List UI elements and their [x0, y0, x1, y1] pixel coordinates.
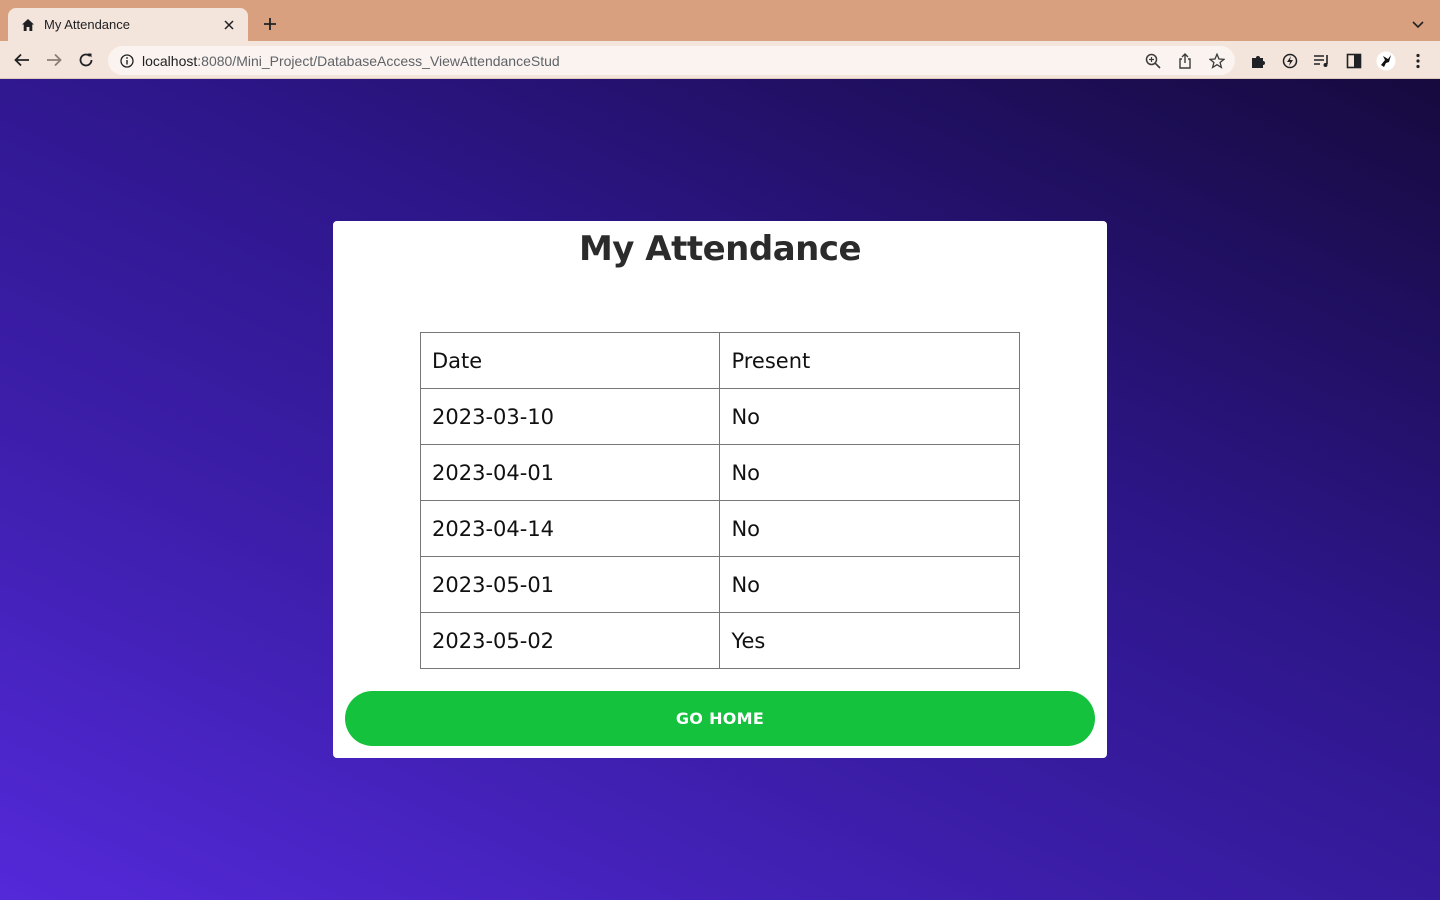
- attendance-card: My Attendance Date Present 2023-03-10 No…: [333, 221, 1107, 758]
- chevron-down-icon[interactable]: [1407, 14, 1429, 36]
- date-cell: 2023-03-10: [419, 388, 721, 445]
- info-icon[interactable]: [120, 53, 134, 68]
- present-cell: No: [719, 556, 1020, 613]
- active-tab[interactable]: My Attendance: [8, 8, 248, 41]
- back-icon[interactable]: [10, 48, 34, 72]
- url-host: localhost: [142, 52, 198, 69]
- address-bar[interactable]: localhost:8080/Mini_Project/DatabaseAcce…: [108, 46, 1235, 75]
- home-icon: [20, 17, 36, 33]
- present-cell: No: [719, 388, 1020, 445]
- page-background: My Attendance Date Present 2023-03-10 No…: [0, 79, 1440, 900]
- header-date: Date: [419, 332, 721, 389]
- table-row: 2023-05-01 No: [419, 556, 1020, 613]
- present-cell: No: [719, 500, 1020, 557]
- date-cell: 2023-05-02: [419, 612, 721, 669]
- date-cell: 2023-04-14: [419, 500, 721, 557]
- table-row: 2023-04-14 No: [419, 500, 1020, 557]
- browser-toolbar: localhost:8080/Mini_Project/DatabaseAcce…: [0, 41, 1440, 79]
- star-icon[interactable]: [1208, 52, 1226, 70]
- extension-icon[interactable]: [1280, 51, 1300, 71]
- present-cell: Yes: [719, 612, 1020, 669]
- media-icon[interactable]: [1312, 51, 1332, 71]
- sidepanel-icon[interactable]: [1344, 51, 1364, 71]
- table-row: 2023-03-10 No: [419, 388, 1020, 445]
- menu-icon[interactable]: [1408, 51, 1428, 71]
- table-row: 2023-04-01 No: [419, 444, 1020, 501]
- extensions-icon[interactable]: [1248, 51, 1268, 71]
- table-row: 2023-05-02 Yes: [419, 612, 1020, 669]
- tab-strip: My Attendance: [0, 0, 1440, 41]
- date-cell: 2023-04-01: [419, 444, 721, 501]
- plus-icon[interactable]: [259, 13, 281, 35]
- date-cell: 2023-05-01: [419, 556, 721, 613]
- present-cell: No: [719, 444, 1020, 501]
- tab-title: My Attendance: [44, 17, 130, 32]
- share-icon[interactable]: [1176, 52, 1194, 70]
- forward-icon[interactable]: [42, 48, 66, 72]
- close-icon[interactable]: [220, 16, 238, 34]
- page-title: My Attendance: [578, 229, 862, 269]
- zoom-icon[interactable]: [1144, 52, 1162, 70]
- header-present: Present: [719, 332, 1020, 389]
- url-path: :8080/Mini_Project/DatabaseAccess_ViewAt…: [197, 52, 560, 69]
- attendance-table: Date Present 2023-03-10 No 2023-04-01 No…: [419, 332, 1020, 669]
- url-text: localhost:8080/Mini_Project/DatabaseAcce…: [142, 53, 560, 69]
- reload-icon[interactable]: [74, 48, 98, 72]
- go-home-button[interactable]: GO HOME: [345, 691, 1095, 746]
- table-header-row: Date Present: [419, 332, 1020, 389]
- profile-icon[interactable]: [1376, 51, 1396, 71]
